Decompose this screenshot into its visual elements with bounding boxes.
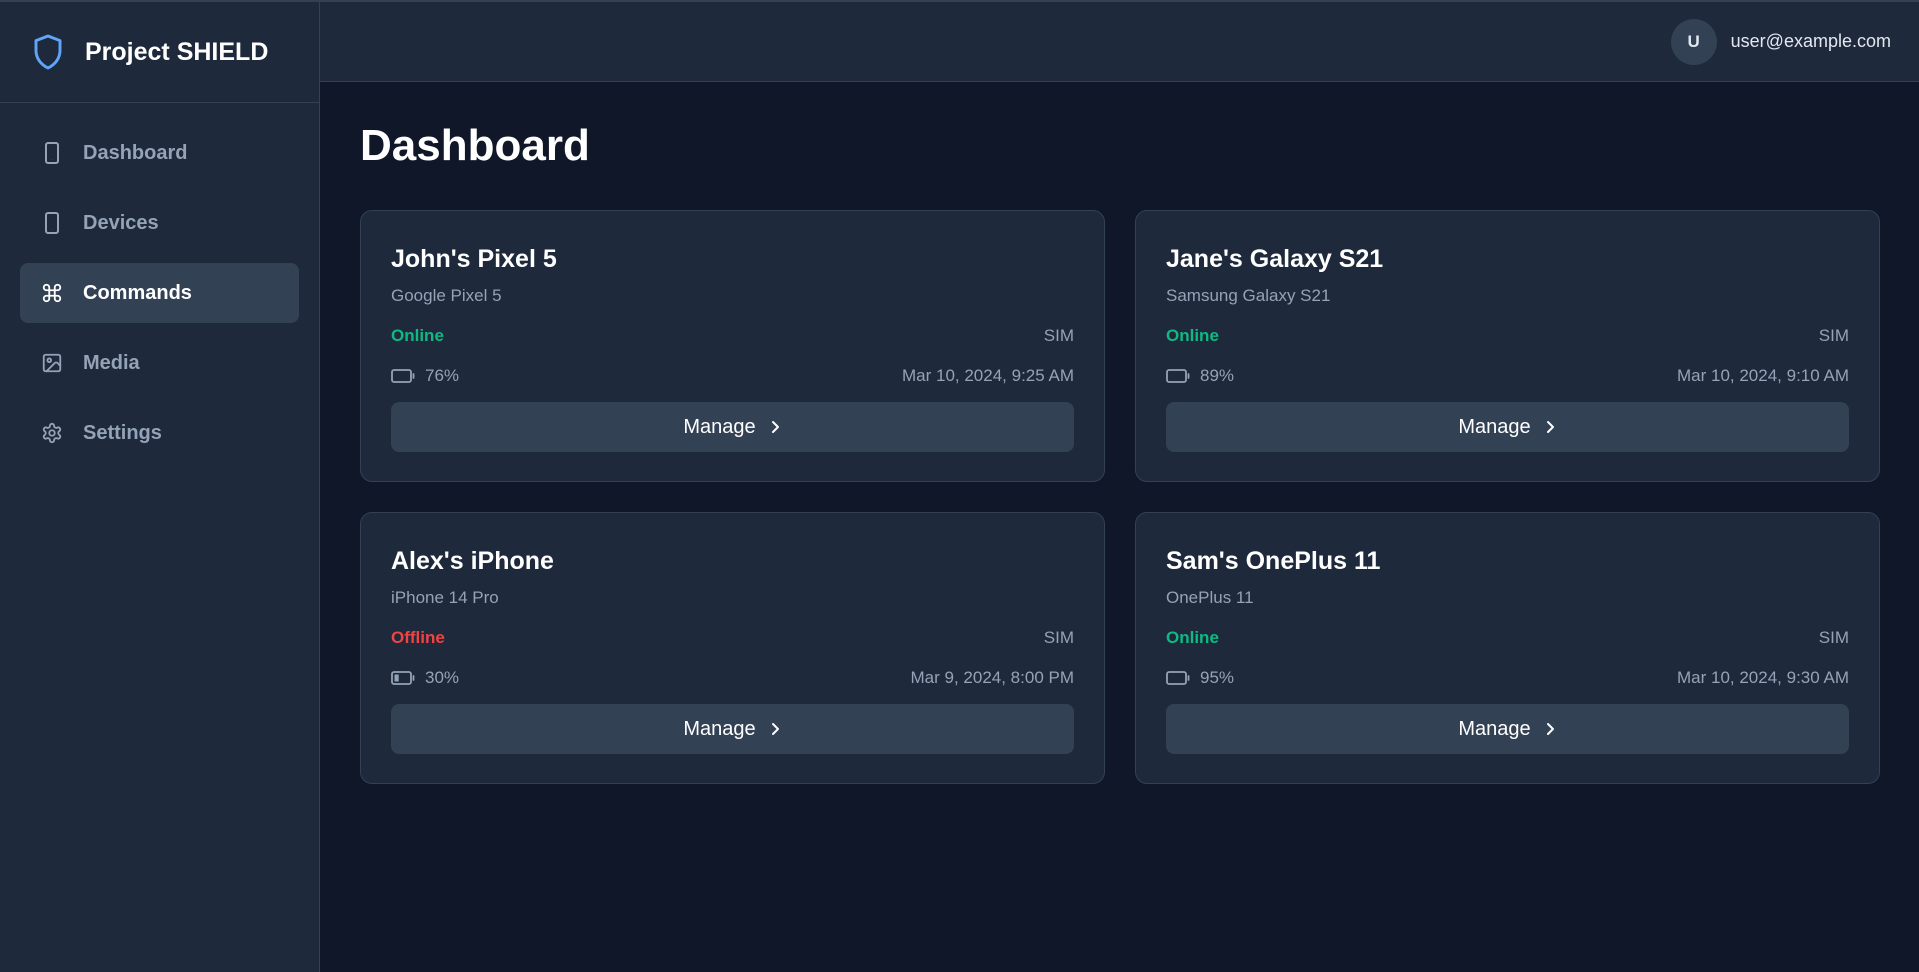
sidebar-item-label: Commands [83,281,192,304]
sidebar-item-settings[interactable]: Settings [20,403,299,463]
brand[interactable]: Project SHIELD [0,2,319,103]
battery-indicator: 95% [1166,668,1234,688]
user-email[interactable]: user@example.com [1731,31,1891,52]
last-seen-timestamp: Mar 10, 2024, 9:30 AM [1677,668,1849,687]
connection-type: SIM [1043,628,1074,647]
battery-percent: 95% [1200,668,1235,687]
battery-row: 30% Mar 9, 2024, 8:00 PM [391,668,1074,688]
status-row: Online SIM [391,326,1074,346]
shield-icon [32,32,68,72]
smartphone-icon [40,211,64,235]
status-row: Online SIM [1166,628,1849,648]
status-badge: Offline [391,628,445,647]
manage-button-label: Manage [1458,415,1531,438]
sidebar-item-dashboard[interactable]: Dashboard [20,123,299,183]
device-grid: John's Pixel 5 Google Pixel 5 Online SIM… [360,210,1880,784]
sidebar-item-label: Settings [83,421,162,444]
battery-icon [1166,368,1190,384]
status-row: Offline SIM [391,628,1074,648]
last-seen-timestamp: Mar 9, 2024, 8:00 PM [910,668,1074,687]
app-root: Project SHIELD Dashboard Devices Command… [0,0,1919,972]
main-content: Dashboard John's Pixel 5 Google Pixel 5 … [360,82,1880,784]
device-model: iPhone 14 Pro [391,588,499,607]
device-card: John's Pixel 5 Google Pixel 5 Online SIM… [360,210,1105,482]
device-card: Jane's Galaxy S21 Samsung Galaxy S21 Onl… [1135,210,1880,482]
battery-percent: 89% [1200,366,1235,385]
manage-button[interactable]: Manage [391,402,1074,452]
sidebar-item-media[interactable]: Media [20,333,299,393]
connection-type: SIM [1818,326,1849,345]
manage-button[interactable]: Manage [1166,704,1849,754]
battery-indicator: 76% [391,366,459,386]
chevron-right-icon [770,419,782,435]
device-name: Sam's OnePlus 11 [1166,547,1381,575]
sidebar-item-label: Devices [83,211,159,234]
top-header: U user@example.com [320,0,1919,82]
manage-button-label: Manage [1458,717,1531,740]
gear-icon [40,421,64,445]
manage-button[interactable]: Manage [1166,402,1849,452]
device-name: Alex's iPhone [391,547,554,575]
battery-indicator: 30% [391,668,459,688]
device-card: Alex's iPhone iPhone 14 Pro Offline SIM … [360,512,1105,784]
device-model: OnePlus 11 [1166,588,1254,607]
sidebar-item-label: Dashboard [83,141,188,164]
device-name: John's Pixel 5 [391,245,557,273]
battery-percent: 76% [425,366,460,385]
chevron-right-icon [1545,721,1557,737]
battery-indicator: 89% [1166,366,1234,386]
status-badge: Online [1166,326,1219,345]
battery-icon [391,670,415,686]
connection-type: SIM [1043,326,1074,345]
device-model: Google Pixel 5 [391,286,502,305]
battery-percent: 30% [425,668,460,687]
battery-row: 89% Mar 10, 2024, 9:10 AM [1166,366,1849,386]
manage-button[interactable]: Manage [391,704,1074,754]
page-title: Dashboard [360,121,590,170]
image-icon [40,351,64,375]
sidebar-item-label: Media [83,351,140,374]
sidebar: Project SHIELD Dashboard Devices Command… [0,0,320,972]
sidebar-item-commands[interactable]: Commands [20,263,299,323]
avatar[interactable]: U [1670,18,1717,65]
last-seen-timestamp: Mar 10, 2024, 9:10 AM [1677,366,1849,385]
chevron-right-icon [770,721,782,737]
battery-icon [1166,670,1190,686]
device-name: Jane's Galaxy S21 [1166,245,1384,273]
manage-button-label: Manage [683,415,756,438]
device-model: Samsung Galaxy S21 [1166,286,1331,305]
brand-name: Project SHIELD [85,37,269,66]
device-card: Sam's OnePlus 11 OnePlus 11 Online SIM 9… [1135,512,1880,784]
status-badge: Online [1166,628,1219,647]
battery-row: 95% Mar 10, 2024, 9:30 AM [1166,668,1849,688]
connection-type: SIM [1818,628,1849,647]
battery-icon [391,368,415,384]
smartphone-icon [40,141,64,165]
status-row: Online SIM [1166,326,1849,346]
manage-button-label: Manage [683,717,756,740]
status-badge: Online [391,326,444,345]
battery-row: 76% Mar 10, 2024, 9:25 AM [391,366,1074,386]
chevron-right-icon [1545,419,1557,435]
sidebar-item-devices[interactable]: Devices [20,193,299,253]
last-seen-timestamp: Mar 10, 2024, 9:25 AM [902,366,1074,385]
command-icon [40,281,64,305]
sidebar-nav: Dashboard Devices Commands Media Setting… [0,103,319,493]
